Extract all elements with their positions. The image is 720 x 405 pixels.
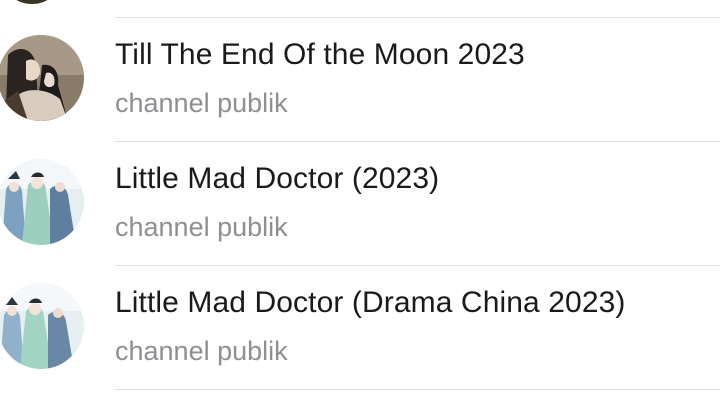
previous-chat-avatar[interactable] — [0, 0, 64, 4]
drama-poster-avatar-icon — [0, 159, 84, 245]
chat-subtitle: channel publik — [115, 212, 288, 242]
chat-item-till-the-end-of-the-moon[interactable]: Till The End Of the Moon 2023 channel pu… — [0, 18, 720, 142]
drama-poster-avatar-icon — [0, 35, 84, 121]
drama-poster-avatar-icon — [0, 283, 84, 369]
chat-subtitle: channel publik — [115, 336, 288, 366]
chat-item-little-mad-doctor[interactable]: Little Mad Doctor (2023) channel publik — [0, 142, 720, 266]
chat-item-little-mad-doctor-drama-china[interactable]: Little Mad Doctor (Drama China 2023) cha… — [0, 266, 720, 390]
chat-list: Till The End Of the Moon 2023 channel pu… — [0, 0, 720, 405]
divider — [115, 389, 720, 390]
chat-subtitle: channel publik — [115, 88, 288, 118]
chat-title: Little Mad Doctor (2023) — [115, 162, 440, 195]
chat-title: Little Mad Doctor (Drama China 2023) — [115, 286, 626, 319]
chat-title: Till The End Of the Moon 2023 — [115, 38, 525, 71]
